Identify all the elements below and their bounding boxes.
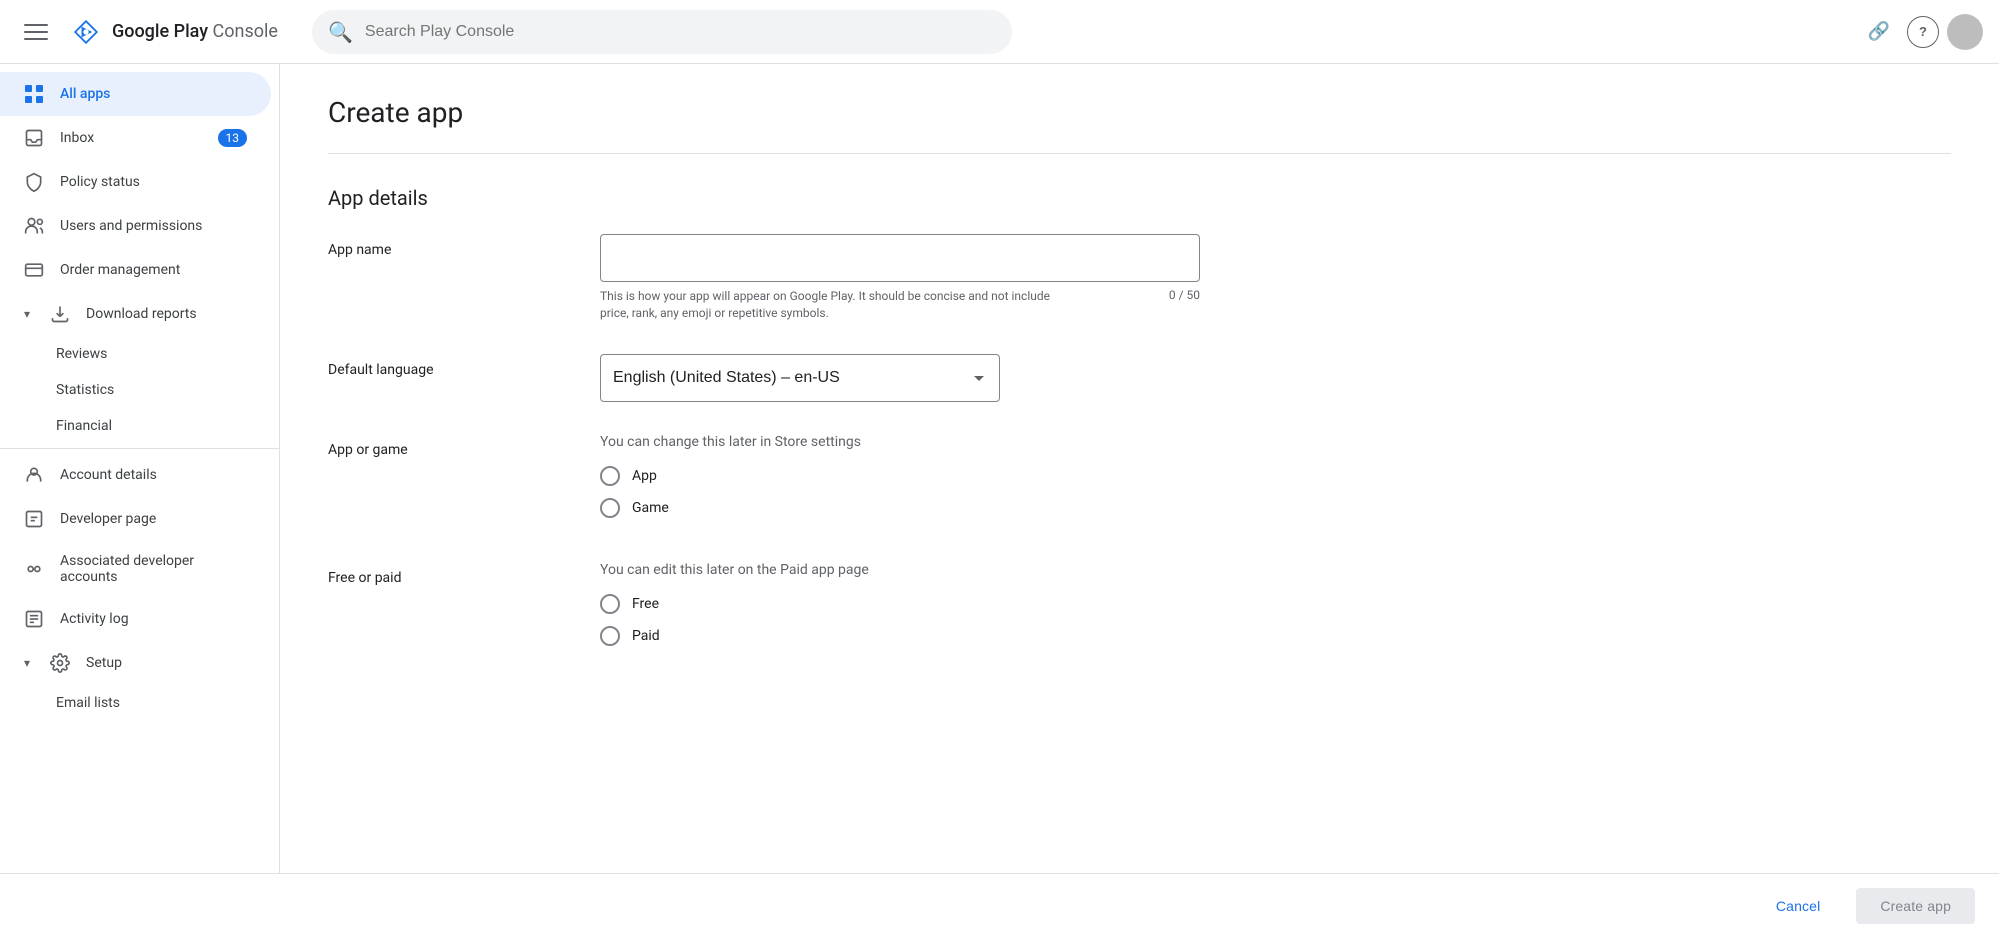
create-app-button[interactable]: Create app [1856,888,1975,924]
app-name-input[interactable] [600,234,1200,282]
sidebar-item-users-permissions[interactable]: Users and permissions [0,204,271,248]
developer-page-icon [24,509,44,529]
sidebar-item-associated-label: Associated developer accounts [60,553,247,585]
help-button[interactable]: ? [1907,16,1939,48]
app-or-game-row: App or game You can change this later in… [328,434,1951,530]
header: Google Play Console 🔍 🔗 ? [0,0,1999,64]
setup-icon [50,653,70,673]
app-name-control: This is how your app will appear on Goog… [600,234,1951,322]
app-radio-label: App [632,468,657,484]
free-radio-circle [600,594,620,614]
search-input[interactable] [365,23,996,41]
sidebar-item-developer-page-label: Developer page [60,511,156,527]
activity-log-icon [24,609,44,629]
free-or-paid-hint: You can edit this later on the Paid app … [600,562,1951,578]
sidebar-divider-1 [0,448,279,449]
free-or-paid-label: Free or paid [328,562,568,658]
section-title: App details [328,186,1951,210]
hamburger-menu-button[interactable] [16,12,56,52]
play-console-logo-icon [68,14,104,50]
sidebar-item-download-label: Download reports [86,306,197,322]
search-bar[interactable]: 🔍 [312,10,1012,54]
sidebar-item-policy-label: Policy status [60,174,140,190]
inbox-icon [24,128,44,148]
avatar[interactable] [1947,14,1983,50]
sidebar-sub-item-reviews[interactable]: Reviews [0,336,279,372]
default-language-control: English (United States) – en-US Spanish … [600,354,1951,402]
download-icon [50,304,70,324]
inbox-badge: 13 [218,129,248,147]
sidebar-sub-item-statistics[interactable]: Statistics [0,372,279,408]
app-name-row: App name This is how your app will appea… [328,234,1951,322]
sidebar-item-download-reports[interactable]: ▾ Download reports [0,292,271,336]
page-title: Create app [328,96,1951,129]
search-icon: 🔍 [328,20,353,44]
order-icon [24,260,44,280]
sidebar-item-policy-status[interactable]: Policy status [0,160,271,204]
paid-radio-label: Paid [632,628,660,644]
account-icon [24,465,44,485]
free-or-paid-row: Free or paid You can edit this later on … [328,562,1951,658]
main-content: Create app App details App name This is … [280,64,1999,873]
free-radio-option[interactable]: Free [600,594,1951,614]
sidebar-item-all-apps-label: All apps [60,86,110,102]
app-name-hint-row: This is how your app will appear on Goog… [600,288,1200,322]
app-or-game-control: You can change this later in Store setti… [600,434,1951,530]
app-name-hint-text: This is how your app will appear on Goog… [600,288,1080,322]
paid-radio-option[interactable]: Paid [600,626,1951,646]
users-icon [24,216,44,236]
paid-radio-circle [600,626,620,646]
sidebar-item-account-label: Account details [60,467,157,483]
sidebar-item-setup-label: Setup [86,655,122,671]
app-or-game-hint: You can change this later in Store setti… [600,434,1951,450]
header-left: Google Play Console [16,12,296,52]
footer: Cancel Create app [0,873,1999,937]
setup-expand-icon: ▾ [24,656,30,670]
sidebar-item-order-management[interactable]: Order management [0,248,271,292]
associated-icon [24,559,44,579]
sidebar-item-users-label: Users and permissions [60,218,202,234]
sidebar-item-inbox[interactable]: Inbox 13 [0,116,271,160]
logo-text: Google Play Console [112,21,278,42]
default-language-select[interactable]: English (United States) – en-US Spanish … [600,354,1000,402]
sidebar-item-account-details[interactable]: Account details [0,453,271,497]
sidebar-sub-item-email-lists[interactable]: Email lists [0,685,279,721]
free-or-paid-control: You can edit this later on the Paid app … [600,562,1951,658]
sidebar-item-setup[interactable]: ▾ Setup [0,641,271,685]
sidebar-item-activity-label: Activity log [60,611,129,627]
sidebar-sub-item-financial[interactable]: Financial [0,408,279,444]
download-expand-icon: ▾ [24,307,30,321]
body-area: All apps Inbox 13 Policy status Users an… [0,64,1999,873]
sidebar-item-developer-page[interactable]: Developer page [0,497,271,541]
game-radio-circle [600,498,620,518]
hamburger-icon [24,20,48,44]
default-language-label: Default language [328,354,568,402]
sidebar-item-all-apps[interactable]: All apps [0,72,271,116]
sidebar-item-inbox-label: Inbox [60,130,94,146]
sidebar-item-associated-developer[interactable]: Associated developer accounts [0,541,271,597]
logo-area: Google Play Console [68,14,278,50]
default-language-row: Default language English (United States)… [328,354,1951,402]
header-right: 🔗 ? [1859,12,1983,52]
link-button[interactable]: 🔗 [1859,12,1899,52]
page-title-divider [328,153,1951,154]
app-name-count: 0 / 50 [1169,288,1200,322]
cancel-button[interactable]: Cancel [1752,888,1844,924]
app-or-game-label: App or game [328,434,568,530]
sidebar-item-activity-log[interactable]: Activity log [0,597,271,641]
game-radio-label: Game [632,500,669,516]
sidebar: All apps Inbox 13 Policy status Users an… [0,64,280,873]
free-radio-label: Free [632,596,659,612]
all-apps-icon [24,84,44,104]
app-radio-option[interactable]: App [600,466,1951,486]
game-radio-option[interactable]: Game [600,498,1951,518]
app-radio-circle [600,466,620,486]
sidebar-item-order-label: Order management [60,262,180,278]
policy-icon [24,172,44,192]
app-name-label: App name [328,234,568,322]
